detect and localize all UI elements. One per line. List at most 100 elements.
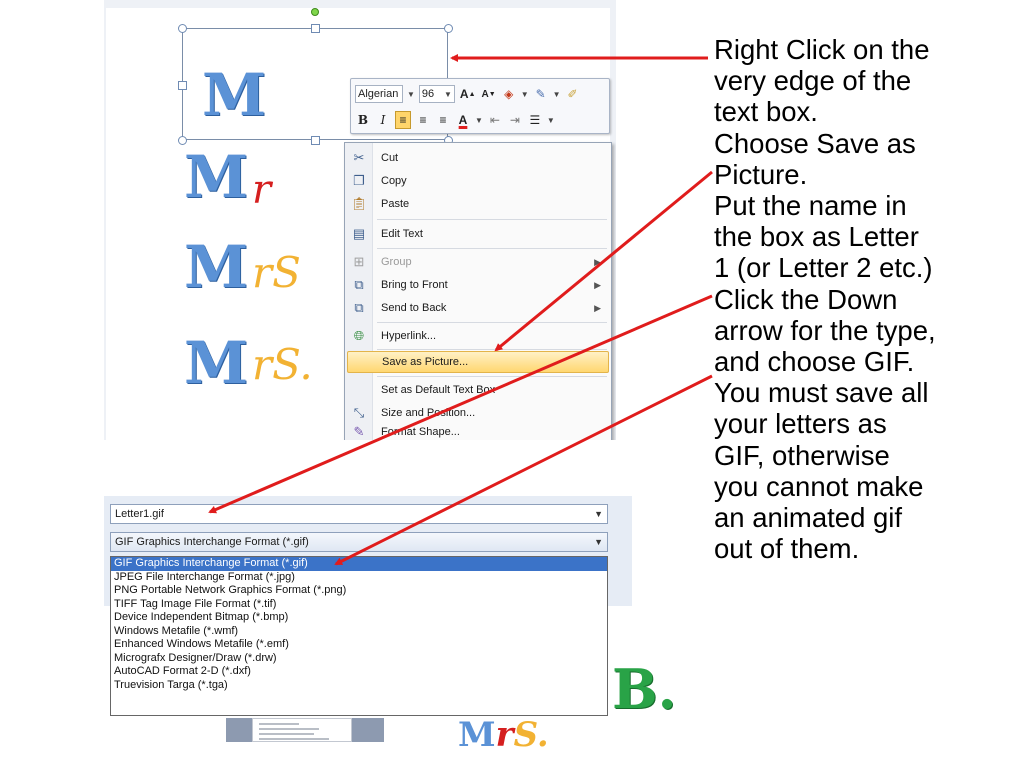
- chevron-down-icon[interactable]: ▼: [594, 509, 603, 519]
- menu-item-save-as-picture[interactable]: Save as Picture...: [347, 351, 609, 373]
- file-type-option-bmp[interactable]: Device Independent Bitmap (*.bmp): [111, 611, 607, 625]
- resize-handle-top-left[interactable]: [178, 24, 187, 33]
- resize-handle-bottom[interactable]: [311, 136, 320, 145]
- menu-item-set-default-text-box[interactable]: Set as Default Text Box: [347, 379, 609, 401]
- increase-indent-icon[interactable]: ⇥: [507, 111, 523, 129]
- clipboard-icon: 📋︎: [350, 196, 368, 211]
- file-type-option-tga[interactable]: Truevision Targa (*.tga): [111, 679, 607, 693]
- grow-font-button[interactable]: A ▲: [459, 85, 477, 103]
- menu-item-label: Set as Default Text Box: [381, 384, 496, 396]
- menu-item-label: Group: [381, 256, 412, 268]
- highlight-color-icon[interactable]: ◈: [501, 85, 517, 103]
- bullets-icon[interactable]: ☰: [527, 111, 543, 129]
- instruction-line: out of them.: [714, 533, 860, 565]
- chevron-down-icon[interactable]: ▼: [407, 90, 415, 99]
- menu-item-label: Format Shape...: [381, 426, 460, 438]
- menu-item-paste[interactable]: 📋︎ Paste: [347, 193, 609, 215]
- chevron-down-icon[interactable]: ▼: [521, 90, 529, 99]
- file-type-option-wmf[interactable]: Windows Metafile (*.wmf): [111, 625, 607, 639]
- decoration-rs-dot-3: rS.: [252, 340, 313, 389]
- italic-button[interactable]: I: [375, 111, 391, 129]
- menu-item-send-to-back[interactable]: ⧉ Send to Back ▶: [347, 297, 609, 319]
- chevron-down-icon: ▼: [444, 89, 452, 99]
- chevron-down-icon[interactable]: ▼: [547, 116, 555, 125]
- resize-handle-top[interactable]: [311, 24, 320, 33]
- instruction-line: Picture.: [714, 158, 808, 190]
- bold-button[interactable]: B: [355, 111, 371, 129]
- menu-item-label: Cut: [381, 152, 399, 164]
- menu-item-hyperlink[interactable]: 🌐︎ Hyperlink...: [347, 325, 609, 347]
- menu-item-copy[interactable]: ❐ Copy: [347, 170, 609, 192]
- menu-item-cut[interactable]: ✂ Cut: [347, 147, 609, 169]
- file-type-option-drw[interactable]: Micrografx Designer/Draw (*.drw): [111, 652, 607, 666]
- instruction-line: Click the Down: [714, 283, 898, 315]
- instruction-line: the box as Letter: [714, 221, 919, 253]
- grow-font-label: A: [459, 87, 469, 101]
- file-type-option-jpg[interactable]: JPEG File Interchange Format (*.jpg): [111, 571, 607, 585]
- text-box-icon: ▤: [352, 226, 366, 241]
- powerpoint-screenshot: M M r M rS M rS. Algerian ▼ 96 ▼ A ▲ A ▼…: [104, 0, 616, 440]
- font-name-select[interactable]: Algerian: [355, 85, 403, 103]
- bring-to-front-icon: ⧉: [354, 277, 364, 292]
- file-type-option-emf[interactable]: Enhanced Windows Metafile (*.emf): [111, 638, 607, 652]
- instruction-line: very edge of the: [714, 65, 912, 97]
- menu-separator: [377, 349, 607, 350]
- hyperlink-globe-icon: 🌐︎: [353, 328, 365, 343]
- save-as-type-select[interactable]: GIF Graphics Interchange Format (*.gif) …: [110, 532, 608, 552]
- submenu-arrow-icon: ▶: [594, 256, 601, 267]
- instruction-line: your letters as: [714, 408, 887, 440]
- pen-color-icon[interactable]: ✎: [533, 85, 549, 103]
- file-type-option-png[interactable]: PNG Portable Network Graphics Format (*.…: [111, 584, 607, 598]
- instruction-line: you cannot make: [714, 470, 924, 502]
- decrease-indent-icon[interactable]: ⇤: [487, 111, 503, 129]
- menu-item-label: Send to Back: [381, 302, 447, 314]
- rotate-handle[interactable]: [311, 8, 319, 16]
- letter-m-2: M: [184, 233, 248, 301]
- menu-separator: [377, 376, 607, 377]
- menu-item-label: Save as Picture...: [382, 356, 469, 368]
- menu-item-group[interactable]: ⊞ Group ▶: [347, 251, 609, 273]
- menu-item-label: Edit Text: [381, 228, 423, 240]
- menu-item-label: Size and Position...: [381, 407, 476, 419]
- scissors-icon: ✂: [353, 150, 365, 165]
- chevron-down-icon[interactable]: ▼: [594, 537, 603, 547]
- shrink-font-button[interactable]: A ▼: [481, 85, 497, 103]
- align-right-icon[interactable]: ≡: [435, 111, 451, 129]
- chevron-down-icon[interactable]: ▼: [553, 90, 561, 99]
- decoration-rs-2: rS: [252, 248, 301, 297]
- align-left-icon[interactable]: ≡: [395, 111, 411, 129]
- menu-item-bring-to-front[interactable]: ⧉ Bring to Front ▶: [347, 274, 609, 296]
- thumbnail-line: [259, 738, 329, 740]
- file-type-option-tif[interactable]: TIFF Tag Image File Format (*.tif): [111, 598, 607, 612]
- menu-item-label: Copy: [381, 175, 407, 187]
- menu-item-label: Bring to Front: [381, 279, 448, 291]
- resize-handle-left[interactable]: [178, 81, 187, 90]
- file-name-input[interactable]: Letter1.gif ▼: [110, 504, 608, 524]
- slide-canvas: M M r M rS M rS. Algerian ▼ 96 ▼ A ▲ A ▼…: [106, 8, 612, 440]
- file-type-option-dxf[interactable]: AutoCAD Format 2-D (*.dxf): [111, 665, 607, 679]
- partial-letter-s: S.: [513, 715, 549, 755]
- resize-handle-bottom-left[interactable]: [178, 136, 187, 145]
- partial-letter-r: r: [495, 715, 514, 755]
- menu-item-edit-text[interactable]: ▤ Edit Text: [347, 223, 609, 245]
- menu-separator: [377, 322, 607, 323]
- menu-item-format-shape[interactable]: ✎ Format Shape...: [347, 421, 609, 440]
- decoration-r-1: r: [252, 167, 272, 213]
- instruction-line: an animated gif: [714, 502, 903, 534]
- mini-formatting-toolbar: Algerian ▼ 96 ▼ A ▲ A ▼ ◈ ▼ ✎ ▼ ✐ B I ≡ ≡: [350, 78, 610, 134]
- thumbnail-line: [259, 728, 319, 730]
- resize-handle-top-right[interactable]: [444, 24, 453, 33]
- format-painter-icon[interactable]: ✐: [565, 85, 581, 103]
- instructions-text: Right Click on the very edge of the text…: [714, 34, 1014, 564]
- font-color-button[interactable]: A: [455, 111, 471, 129]
- copy-icon: ❐: [353, 173, 365, 188]
- shrink-font-label: A: [481, 88, 489, 100]
- letter-m-1: M: [184, 143, 248, 211]
- instruction-line: Put the name in: [714, 190, 907, 222]
- font-size-select[interactable]: 96 ▼: [418, 85, 455, 103]
- instruction-line: Right Click on the: [714, 34, 930, 65]
- file-type-dropdown-list: GIF Graphics Interchange Format (*.gif) …: [110, 556, 608, 716]
- align-center-icon[interactable]: ≡: [415, 111, 431, 129]
- file-type-option-gif[interactable]: GIF Graphics Interchange Format (*.gif): [111, 557, 607, 571]
- chevron-down-icon[interactable]: ▼: [475, 116, 483, 125]
